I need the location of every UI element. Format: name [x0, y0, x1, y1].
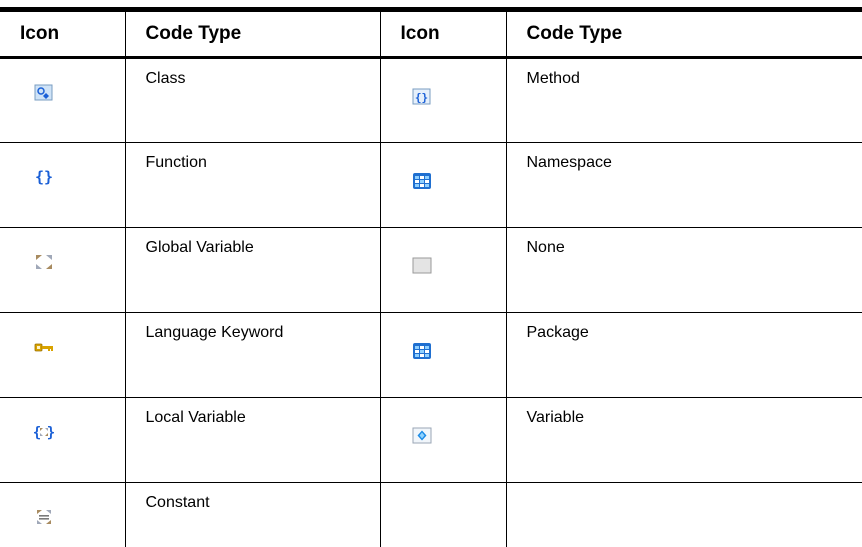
header-code-type: Code Type: [124, 7, 380, 59]
icon-cell: { }: [0, 397, 125, 483]
icon-cell: [379, 142, 506, 228]
icon-cell: [0, 227, 125, 313]
table-row: Constant: [0, 482, 862, 547]
local-variable-icon: { }: [34, 423, 54, 441]
code-type-label: Namespace: [505, 142, 862, 228]
code-type-label: Language Keyword: [124, 312, 380, 398]
svg-text:{}: {}: [35, 168, 53, 186]
header-icon: Icon: [379, 7, 506, 59]
code-type-icon-table: Icon Code Type Icon Code Type Class {} M…: [0, 7, 862, 547]
svg-text:{}: {}: [414, 91, 427, 104]
namespace-icon: [412, 172, 432, 190]
code-type-label: Class: [124, 57, 380, 143]
global-variable-icon: [34, 253, 54, 271]
empty-cell: [379, 482, 506, 547]
package-icon: [412, 342, 432, 360]
header-code-type: Code Type: [505, 7, 862, 59]
language-keyword-icon: [34, 338, 54, 356]
method-icon: {}: [412, 88, 432, 106]
constant-icon: [34, 508, 54, 526]
icon-cell: [0, 483, 125, 547]
code-type-label: Function: [124, 142, 380, 228]
table-row: Global Variable None: [0, 227, 862, 313]
table-row: { } Local Variable: [0, 397, 862, 483]
icon-cell: [0, 312, 125, 398]
icon-cell: [379, 397, 506, 483]
code-type-label: Variable: [505, 397, 862, 483]
icon-cell: [379, 312, 506, 398]
table-row: Class {} Method: [0, 57, 862, 143]
code-type-label: Method: [505, 57, 862, 143]
header-icon: Icon: [0, 7, 125, 59]
class-icon: [34, 84, 54, 102]
function-icon: {}: [34, 168, 54, 186]
empty-cell: [505, 482, 862, 547]
code-type-label: Package: [505, 312, 862, 398]
svg-text:{: {: [34, 425, 41, 441]
table-row: Language Keyword Package: [0, 312, 862, 398]
icon-cell: {}: [0, 142, 125, 228]
icon-cell: {}: [379, 57, 506, 143]
table-header-row: Icon Code Type Icon Code Type: [0, 7, 862, 59]
icon-cell: [379, 227, 506, 313]
code-type-label: Global Variable: [124, 227, 380, 313]
code-type-label: Constant: [124, 482, 380, 547]
table-row: {} Function Namespace: [0, 142, 862, 228]
svg-text:}: }: [47, 425, 54, 441]
code-type-label: None: [505, 227, 862, 313]
code-type-label: Local Variable: [124, 397, 380, 483]
variable-icon: [412, 427, 432, 445]
none-icon: [412, 257, 432, 275]
icon-cell: [0, 57, 125, 143]
